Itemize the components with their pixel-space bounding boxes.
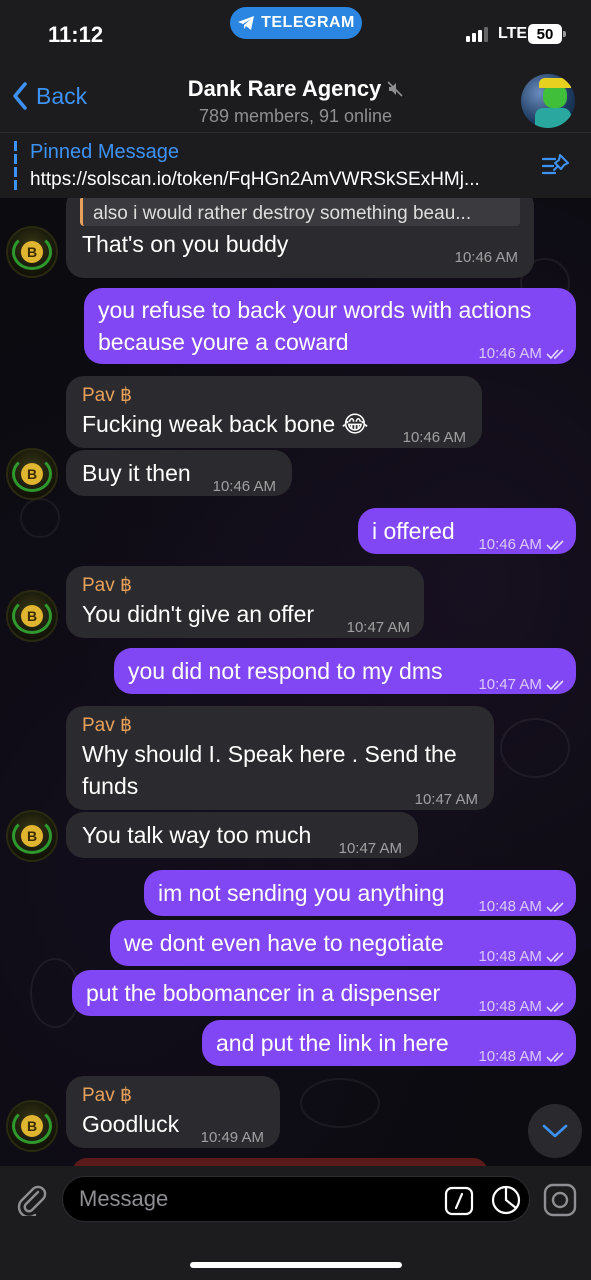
command-icon[interactable]: [444, 1186, 474, 1216]
message-time: 10:48 AM: [478, 1041, 566, 1073]
message-bubble-incoming[interactable]: Pav ฿ Goodluck 10:49 AM: [66, 1076, 280, 1148]
message-time: 10:48 AM: [478, 991, 566, 1023]
message-bubble-incoming[interactable]: Pav ฿ Fucking weak back bone 😂 10:46 AM: [66, 376, 482, 448]
message-text: put the bobomancer in a dispenser: [86, 980, 441, 1006]
message-time: 10:48 AM: [478, 891, 566, 923]
message-bubble-outgoing[interactable]: we dont even have to negotiate 10:48 AM: [110, 920, 576, 966]
message-time: 10:49 AM: [200, 1129, 264, 1146]
sender-name[interactable]: Pav ฿: [82, 714, 132, 738]
network-label: LTE: [498, 25, 528, 42]
message-bubble-outgoing[interactable]: you refuse to back your words with actio…: [84, 288, 576, 364]
telegram-icon: [238, 16, 255, 30]
read-checks-icon: [546, 680, 564, 691]
chat-title-area[interactable]: Dank Rare Agency 789 members, 91 online: [0, 76, 591, 127]
message-time: 10:46 AM: [478, 338, 566, 370]
message-text: we dont even have to negotiate: [124, 930, 444, 956]
message-text: That's on you buddy: [82, 231, 289, 257]
message-list[interactable]: also i would rather destroy something be…: [0, 198, 591, 1166]
message-bubble-incoming[interactable]: You talk way too much 10:47 AM: [66, 812, 418, 858]
message-time: 10:46 AM: [402, 429, 466, 446]
sender-avatar[interactable]: B: [6, 1100, 58, 1152]
message-bubble-incoming[interactable]: Pav ฿ You didn't give an offer 10:47 AM: [66, 566, 424, 638]
message-text: you did not respond to my dms: [128, 658, 443, 684]
message-composer: [0, 1166, 591, 1280]
mute-icon: [387, 81, 403, 97]
message-time: 10:47 AM: [346, 619, 410, 636]
message-bubble-outgoing[interactable]: you did not respond to my dms 10:47 AM: [114, 648, 576, 694]
message-text: You talk way too much: [82, 822, 312, 848]
sender-name[interactable]: Pav ฿: [82, 384, 132, 408]
sender-avatar[interactable]: B: [6, 448, 58, 500]
sender-avatar[interactable]: B: [6, 226, 58, 278]
sender-avatar[interactable]: B: [6, 590, 58, 642]
message-time: 10:46 AM: [478, 529, 566, 561]
message-text: im not sending you anything: [158, 880, 445, 906]
sender-name[interactable]: Pav ฿: [82, 1084, 132, 1108]
sender-avatar[interactable]: B: [6, 810, 58, 862]
message-bubble-outgoing[interactable]: i offered 10:46 AM: [358, 508, 576, 554]
status-bar: 11:12 TELEGRAM LTE 50: [0, 0, 591, 66]
battery-indicator: 50: [528, 24, 566, 44]
chat-subtitle: 789 members, 91 online: [198, 106, 393, 126]
message-bubble-incoming[interactable]: Pav ฿ Why should I. Speak here . Send th…: [66, 706, 494, 810]
camera-icon[interactable]: [542, 1182, 578, 1218]
message-text: Fucking weak back bone 😂: [82, 411, 369, 437]
message-bubble-outgoing[interactable]: im not sending you anything 10:48 AM: [144, 870, 576, 916]
app-pill-label: TELEGRAM: [261, 14, 355, 31]
message-text: Buy it then: [82, 460, 191, 486]
message-bubble-outgoing[interactable]: and put the link in here 10:48 AM: [202, 1020, 576, 1066]
pinned-text: https://solscan.io/token/FqHGn2AmVWRSkSE…: [30, 169, 480, 190]
sender-name[interactable]: Pav ฿: [82, 574, 132, 598]
read-checks-icon: [546, 902, 564, 913]
paperclip-icon[interactable]: [14, 1182, 48, 1216]
pinned-label: Pinned Message: [30, 141, 179, 163]
read-checks-icon: [546, 349, 564, 360]
reply-quote[interactable]: also i would rather destroy something be…: [80, 198, 520, 226]
sticker-icon[interactable]: [490, 1184, 522, 1216]
read-checks-icon: [546, 1052, 564, 1063]
scroll-to-bottom-button[interactable]: [528, 1104, 582, 1158]
message-bubble-outgoing[interactable]: put the bobomancer in a dispenser 10:48 …: [72, 970, 576, 1016]
signal-icon: [466, 26, 488, 42]
message-time: 10:48 AM: [478, 941, 566, 973]
group-avatar[interactable]: [521, 74, 575, 128]
message-time: 10:46 AM: [454, 249, 518, 266]
status-time: 11:12: [48, 22, 104, 47]
pinned-message-bar[interactable]: Pinned Message https://solscan.io/token/…: [0, 132, 591, 198]
read-checks-icon: [546, 952, 564, 963]
pinned-indicator: [14, 141, 17, 193]
message-text: and put the link in here: [216, 1030, 449, 1056]
message-time: 10:47 AM: [478, 669, 566, 701]
chevron-down-icon: [542, 1124, 568, 1138]
message-text: You didn't give an offer: [82, 601, 315, 627]
pin-list-icon[interactable]: [541, 153, 571, 179]
message-bubble-incoming[interactable]: also i would rather destroy something be…: [66, 198, 534, 278]
message-text: i offered: [372, 518, 455, 544]
message-time: 10:46 AM: [212, 478, 276, 495]
message-time: 10:47 AM: [414, 791, 478, 808]
read-checks-icon: [546, 1002, 564, 1013]
telegram-app-pill[interactable]: TELEGRAM: [230, 7, 362, 39]
message-bubble-partial[interactable]: [72, 1158, 488, 1166]
message-bubble-incoming[interactable]: Buy it then 10:46 AM: [66, 450, 292, 496]
message-time: 10:47 AM: [338, 840, 402, 857]
home-indicator: [190, 1262, 402, 1268]
chat-title: Dank Rare Agency: [187, 76, 382, 101]
chat-header: Back Dank Rare Agency 789 members, 91 on…: [0, 66, 591, 132]
message-text: Goodluck: [82, 1111, 180, 1137]
read-checks-icon: [546, 540, 564, 551]
